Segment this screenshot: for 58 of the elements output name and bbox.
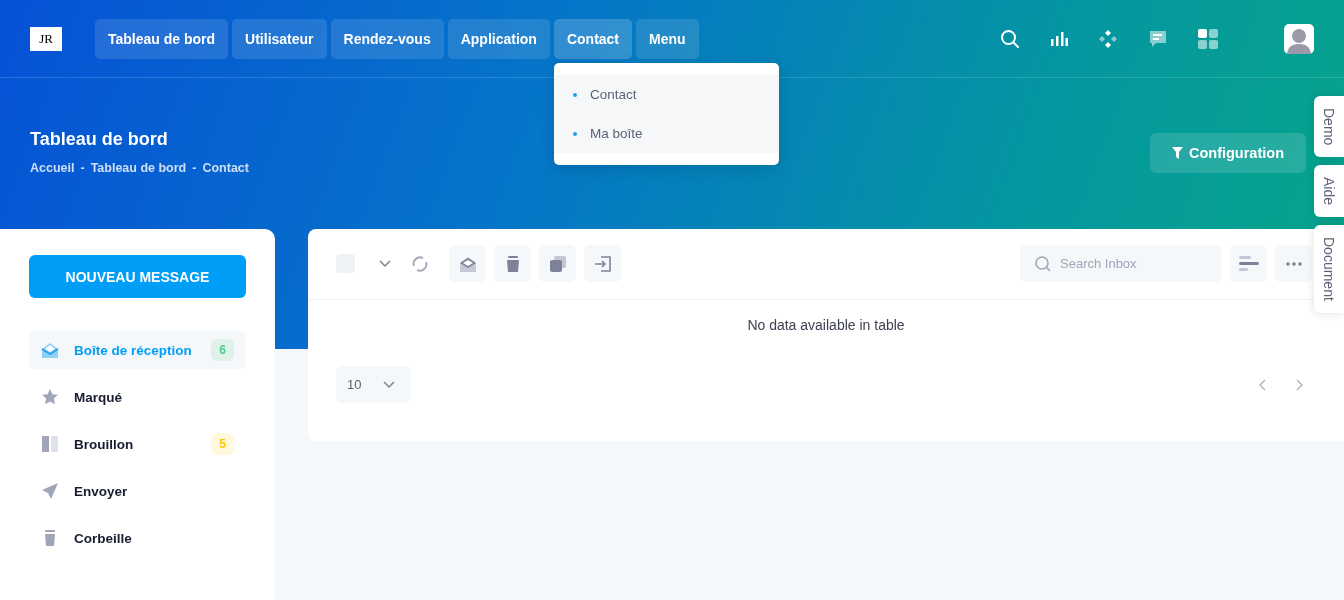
search-icon[interactable]: [1000, 28, 1020, 49]
breadcrumb-link[interactable]: Tableau de bord: [90, 161, 187, 175]
nav-menu-item[interactable]: Menu: [636, 18, 699, 59]
next-page-icon[interactable]: [1296, 378, 1304, 391]
breadcrumb-separator: -: [192, 161, 197, 175]
count-badge: 5: [211, 433, 234, 455]
open-envelope-icon: [458, 254, 477, 273]
bar-chart-icon[interactable]: [1050, 31, 1068, 46]
folder-item[interactable]: Brouillon 5: [29, 425, 246, 463]
folder-item[interactable]: Envoyer: [29, 472, 246, 510]
filter-icon: [1171, 147, 1183, 159]
nav-menu-item[interactable]: Contact: [553, 18, 633, 59]
mark-read-button[interactable]: [449, 245, 486, 282]
copy-button[interactable]: [539, 245, 576, 282]
breadcrumb-link[interactable]: Accueil: [30, 161, 75, 175]
trash-icon: [505, 255, 520, 272]
nav-menu-item[interactable]: Tableau de bord: [95, 18, 229, 59]
breadcrumb-separator: -: [80, 161, 85, 175]
more-options-button[interactable]: [1275, 245, 1312, 282]
page-size-dropdown[interactable]: 10: [336, 366, 412, 403]
nav-menu-item[interactable]: Application: [447, 18, 550, 59]
side-tab[interactable]: Demo: [1314, 96, 1344, 158]
nav-menu-item[interactable]: Rendez-vous: [330, 18, 444, 59]
envelope-icon: [41, 341, 59, 359]
side-tab[interactable]: Aide: [1314, 165, 1344, 218]
search-field[interactable]: Search Inbox: [1020, 245, 1222, 282]
star-icon: [41, 388, 59, 406]
logo[interactable]: JR: [30, 26, 62, 51]
empty-table-message: No data available in table: [746, 316, 906, 335]
move-button[interactable]: [584, 245, 621, 282]
bars-icon: [1238, 255, 1259, 272]
avatar-icon[interactable]: [1284, 23, 1314, 54]
copy-icon: [549, 255, 566, 272]
side-tab[interactable]: Document: [1314, 225, 1344, 314]
nav-menu-item[interactable]: Utilisateur: [232, 18, 327, 59]
breadcrumb-link[interactable]: Contact: [202, 161, 249, 175]
folder-item[interactable]: Corbeille: [29, 519, 246, 557]
columns-icon: [41, 435, 59, 453]
new-message-button[interactable]: NOUVEAU MESSAGE: [29, 255, 246, 298]
chevron-down-icon: [383, 380, 396, 389]
chevron-down-icon[interactable]: [379, 259, 391, 268]
configuration-button[interactable]: Configuration: [1149, 133, 1306, 173]
dropdown-item[interactable]: Contact: [553, 74, 779, 114]
sort-button[interactable]: [1230, 245, 1267, 282]
dots-icon: [1285, 261, 1302, 266]
folder-item[interactable]: Boîte de réception 6: [29, 331, 246, 369]
chat-icon[interactable]: [1148, 28, 1168, 49]
dropdown-item[interactable]: Ma boîte: [553, 113, 779, 153]
paper-plane-icon: [41, 482, 59, 500]
diamonds-icon[interactable]: [1098, 28, 1118, 49]
page-title: Tableau de bord: [30, 129, 169, 150]
count-badge: 6: [211, 339, 234, 361]
previous-page-icon[interactable]: [1258, 378, 1266, 391]
grid-icon[interactable]: [1198, 28, 1218, 49]
refresh-icon[interactable]: [411, 254, 429, 273]
folder-item[interactable]: Marqué: [29, 378, 246, 416]
delete-button[interactable]: [494, 245, 531, 282]
sign-in-icon: [594, 255, 611, 272]
